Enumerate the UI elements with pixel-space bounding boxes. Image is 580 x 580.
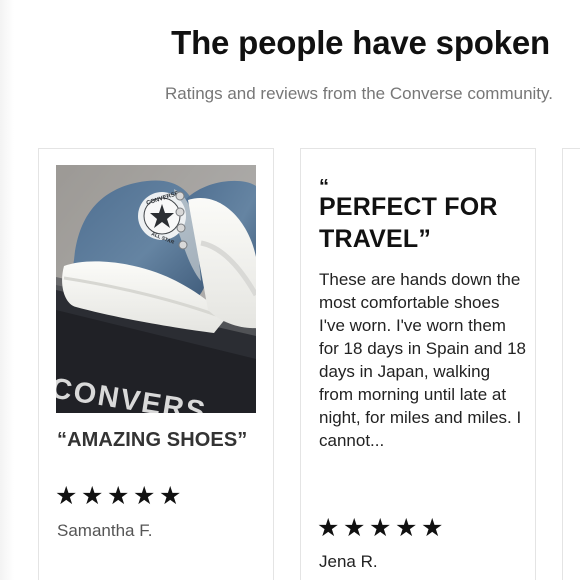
review-author-samantha: Samantha F. — [57, 521, 153, 540]
star-icon: ★ — [421, 514, 444, 542]
review-title-samantha: “AMAZING SHOES” — [57, 429, 248, 451]
left-edge-shadow — [0, 0, 14, 580]
star-icon: ★ — [317, 514, 340, 542]
star-icon: ★ — [343, 514, 366, 542]
star-rating-jena: ★ ★ ★ ★ ★ — [317, 514, 444, 542]
review-body-jena: These are hands down the most comfortabl… — [319, 270, 526, 450]
review-card-next-partial[interactable] — [562, 148, 580, 580]
reviews-page: The people have spoken Ratings and revie… — [0, 0, 580, 580]
review-title-jena: PERFECT FOR TRAVEL” — [319, 193, 498, 253]
star-icon: ★ — [369, 514, 392, 542]
page-subtitle: Ratings and reviews from the Converse co… — [164, 84, 553, 103]
page-title: The people have spoken — [171, 24, 550, 61]
star-icon: ★ — [159, 482, 182, 510]
star-icon: ★ — [55, 482, 78, 510]
review-author-jena: Jena R. — [319, 552, 378, 571]
review-photo[interactable]: CONVERSE ALL STAR CONVERS — [56, 165, 256, 413]
star-icon: ★ — [107, 482, 130, 510]
converse-shoe-image: CONVERSE ALL STAR CONVERS — [56, 165, 256, 413]
star-icon: ★ — [395, 514, 418, 542]
star-icon: ★ — [133, 482, 156, 510]
star-rating-samantha: ★ ★ ★ ★ ★ — [55, 482, 182, 510]
star-icon: ★ — [81, 482, 104, 510]
